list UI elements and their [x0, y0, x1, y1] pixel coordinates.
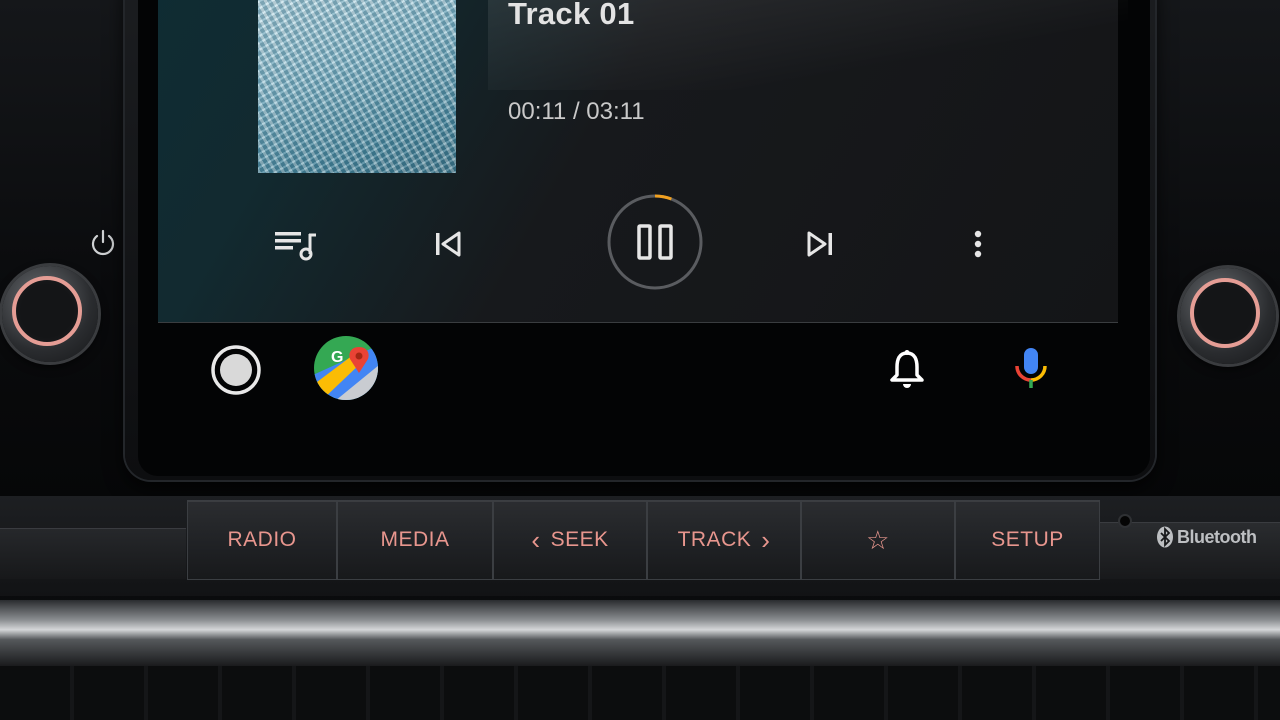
- infotainment-screen: Track 01 00:11 / 03:11 G: [138, 0, 1150, 476]
- microphone-icon: [1015, 348, 1047, 388]
- air-vent: [0, 666, 1280, 720]
- more-options-button[interactable]: [958, 224, 998, 264]
- home-button[interactable]: [208, 342, 264, 398]
- radio-button-label: RADIO: [227, 528, 297, 551]
- bluetooth-logo: Bluetooth: [1156, 526, 1257, 548]
- previous-track-icon: [436, 231, 461, 257]
- media-button[interactable]: MEDIA: [337, 500, 493, 580]
- queue-button[interactable]: [268, 222, 324, 266]
- star-icon: ☆: [866, 524, 890, 555]
- home-icon: [211, 345, 261, 395]
- google-maps-button[interactable]: G: [312, 334, 380, 402]
- power-icon[interactable]: [88, 228, 118, 263]
- more-options-icon: [974, 230, 982, 258]
- volume-knob[interactable]: [2, 266, 98, 362]
- radio-button[interactable]: RADIO: [187, 500, 337, 580]
- media-button-label: MEDIA: [380, 528, 450, 551]
- android-auto-nav-bar: G: [158, 322, 1118, 412]
- left-trim-panel: [0, 528, 186, 579]
- favorite-button[interactable]: ☆: [801, 500, 955, 580]
- notification-bell-icon: [890, 350, 924, 388]
- album-art: [258, 0, 456, 173]
- track-time: 00:11 / 03:11: [508, 98, 645, 125]
- svg-text:G: G: [331, 349, 343, 366]
- queue-icon: [275, 232, 316, 261]
- pause-icon: [637, 224, 673, 260]
- track-title: Track 01: [508, 0, 635, 31]
- next-track-icon: [807, 231, 832, 257]
- tune-knob[interactable]: [1180, 268, 1276, 364]
- seek-button-label: SEEK: [550, 528, 609, 551]
- track-button[interactable]: TRACK ›: [647, 500, 801, 580]
- media-player: Track 01 00:11 / 03:11: [158, 0, 1128, 323]
- microphone-port: [1120, 516, 1130, 526]
- setup-button[interactable]: SETUP: [955, 500, 1100, 580]
- previous-track-button[interactable]: [428, 224, 468, 264]
- setup-button-label: SETUP: [991, 528, 1064, 551]
- pause-button[interactable]: [615, 202, 695, 282]
- google-maps-icon: G: [314, 336, 378, 400]
- track-chevron-right-icon: ›: [761, 524, 771, 555]
- chrome-trim: [0, 600, 1280, 666]
- voice-assistant-button[interactable]: [1008, 344, 1054, 392]
- bluetooth-icon: [1157, 526, 1173, 548]
- notifications-button[interactable]: [886, 348, 928, 390]
- track-button-label: TRACK: [677, 528, 752, 551]
- bluetooth-label: Bluetooth: [1177, 526, 1257, 547]
- seek-chevron-left-icon: ‹: [531, 524, 541, 555]
- seek-button[interactable]: ‹ SEEK: [493, 500, 647, 580]
- next-track-button[interactable]: [800, 224, 840, 264]
